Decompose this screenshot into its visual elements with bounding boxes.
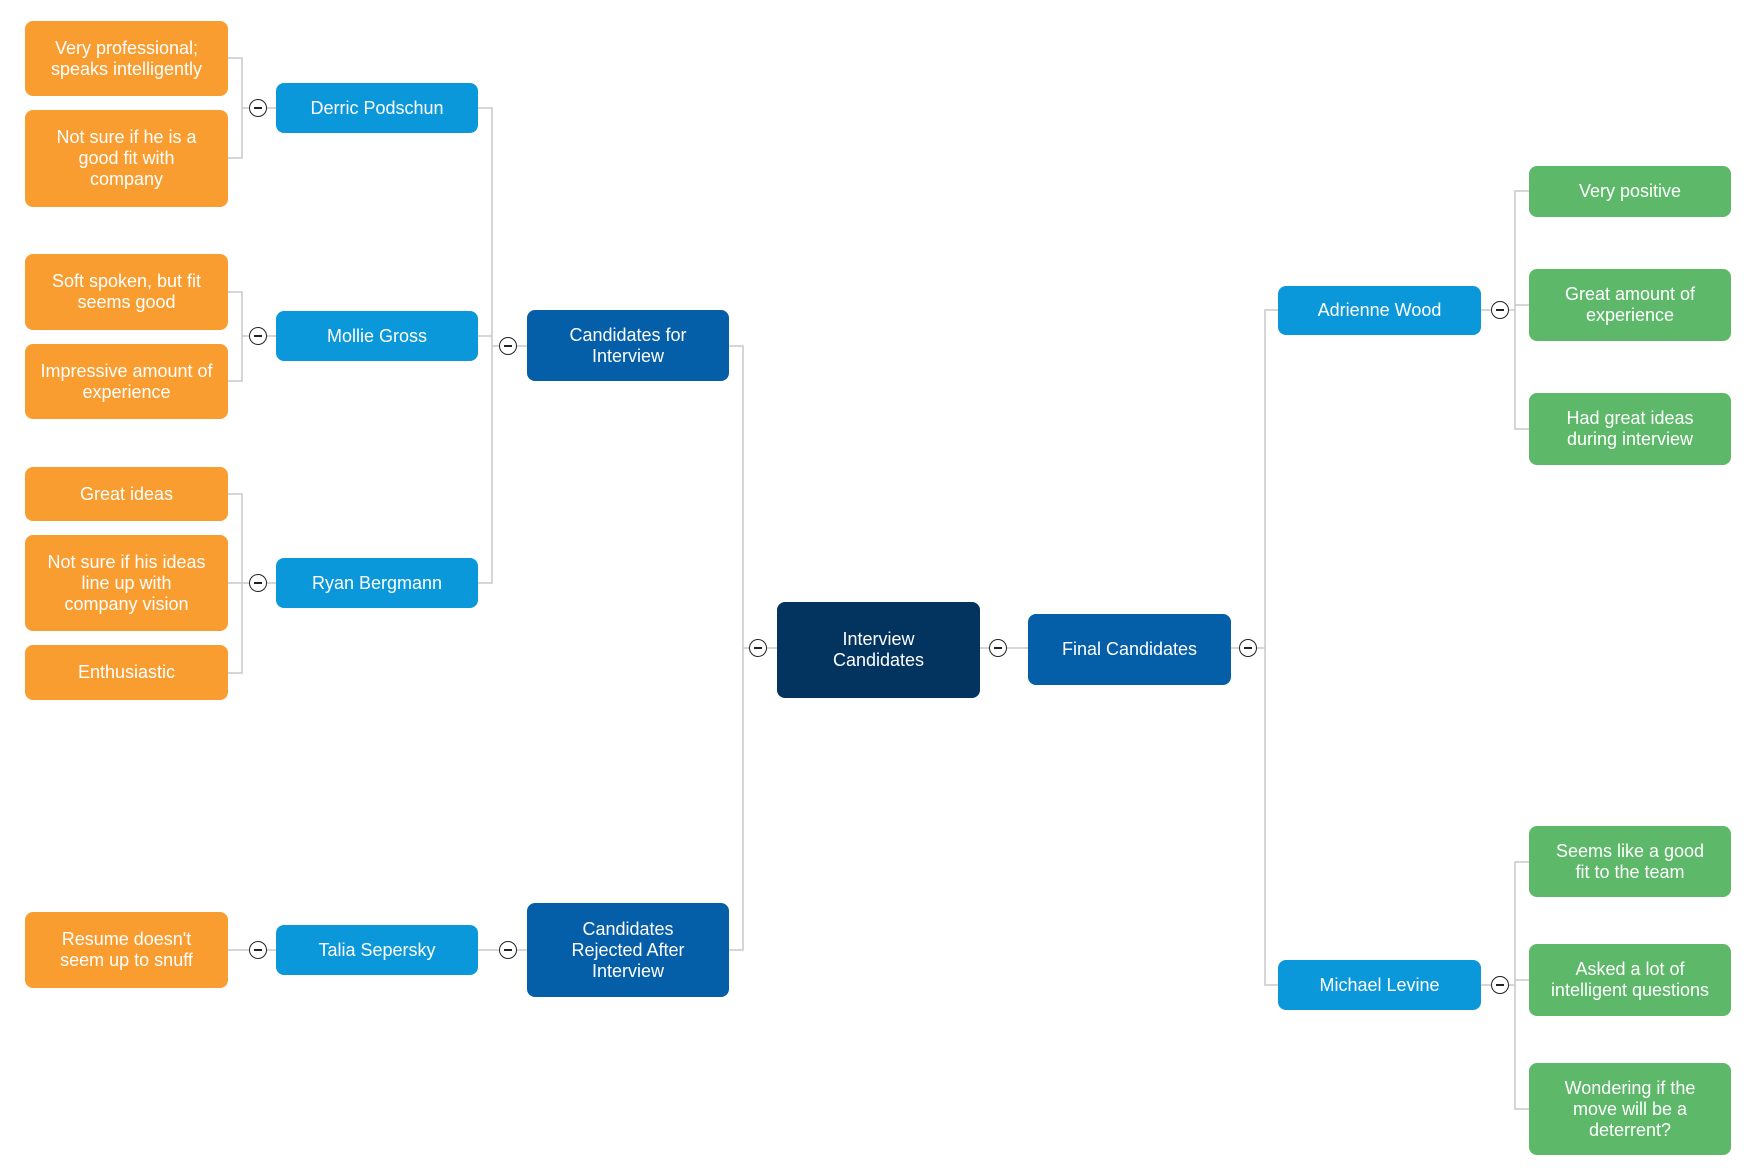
note-text: Not sure if he is a good fit with compan… (56, 127, 197, 189)
note-text: Enthusiastic (77, 662, 176, 682)
note-ryan-1[interactable]: Great ideas (25, 467, 228, 521)
note-derric-2[interactable]: Not sure if he is a good fit with compan… (25, 110, 228, 207)
collapse-minus-icon[interactable] (1239, 639, 1257, 657)
note-adrienne-1[interactable]: Very positive (1529, 166, 1731, 217)
note-text: Great ideas (79, 483, 174, 504)
category-candidates-for-interview[interactable]: Candidates for Interview (527, 310, 729, 381)
note-derric-1[interactable]: Very professional; speaks intelligently (25, 21, 228, 96)
candidate-adrienne-wood[interactable]: Adrienne Wood (1278, 286, 1481, 335)
candidate-name: Ryan Bergmann (311, 572, 443, 593)
note-mollie-1[interactable]: Soft spoken, but fit seems good (25, 254, 228, 330)
candidate-michael-levine[interactable]: Michael Levine (1278, 960, 1481, 1010)
note-text: Wondering if the move will be a deterren… (1564, 1077, 1696, 1140)
note-mollie-2[interactable]: Impressive amount of experience (25, 344, 228, 419)
note-text: Very professional; speaks intelligently (50, 37, 203, 79)
mind-map-canvas: Very professional; speaks intelligently … (0, 0, 1750, 1172)
note-michael-1[interactable]: Seems like a good fit to the team (1529, 826, 1731, 897)
candidate-derric-podschun[interactable]: Derric Podschun (276, 83, 478, 133)
category-label: Final Candidates (1061, 639, 1198, 659)
candidate-name: Talia Sepersky (318, 939, 436, 960)
note-text: Not sure if his ideas line up with compa… (47, 551, 206, 614)
note-text: Asked a lot of intelligent questions (1550, 959, 1710, 1000)
category-label: Candidates Rejected After Interview (571, 918, 685, 981)
note-michael-2[interactable]: Asked a lot of intelligent questions (1529, 944, 1731, 1016)
note-text: Great amount of experience (1564, 284, 1696, 325)
note-michael-3[interactable]: Wondering if the move will be a deterren… (1529, 1063, 1731, 1155)
collapse-minus-icon[interactable] (249, 574, 267, 592)
collapse-minus-icon[interactable] (989, 639, 1007, 657)
note-talia-1[interactable]: Resume doesn't seem up to snuff (25, 912, 228, 988)
note-text: Resume doesn't seem up to snuff (60, 929, 193, 970)
note-text: Soft spoken, but fit seems good (51, 271, 202, 312)
candidate-mollie-gross[interactable]: Mollie Gross (276, 311, 478, 361)
candidate-name: Derric Podschun (310, 97, 444, 118)
note-text: Seems like a good fit to the team (1555, 840, 1705, 882)
note-text: Impressive amount of experience (40, 360, 213, 402)
note-text: Very positive (1578, 181, 1682, 201)
candidate-name: Adrienne Wood (1317, 300, 1442, 320)
note-text: Had great ideas during interview (1566, 408, 1694, 449)
collapse-minus-icon[interactable] (1491, 301, 1509, 319)
collapse-minus-icon[interactable] (749, 639, 767, 657)
root-label: Interview Candidates (832, 629, 925, 670)
collapse-minus-icon[interactable] (249, 327, 267, 345)
collapse-minus-icon[interactable] (499, 941, 517, 959)
collapse-minus-icon[interactable] (499, 337, 517, 355)
collapse-minus-icon[interactable] (1491, 976, 1509, 994)
note-adrienne-2[interactable]: Great amount of experience (1529, 269, 1731, 341)
category-rejected-after-interview[interactable]: Candidates Rejected After Interview (527, 903, 729, 997)
collapse-minus-icon[interactable] (249, 941, 267, 959)
candidate-name: Mollie Gross (326, 325, 428, 346)
category-final-candidates[interactable]: Final Candidates (1028, 614, 1231, 685)
note-adrienne-3[interactable]: Had great ideas during interview (1529, 393, 1731, 465)
root-interview-candidates[interactable]: Interview Candidates (777, 602, 980, 698)
candidate-name: Michael Levine (1319, 974, 1440, 995)
candidate-ryan-bergmann[interactable]: Ryan Bergmann (276, 558, 478, 608)
note-ryan-3[interactable]: Enthusiastic (25, 645, 228, 700)
candidate-talia-sepersky[interactable]: Talia Sepersky (276, 925, 478, 975)
note-ryan-2[interactable]: Not sure if his ideas line up with compa… (25, 535, 228, 631)
category-label: Candidates for Interview (569, 324, 687, 366)
collapse-minus-icon[interactable] (249, 99, 267, 117)
